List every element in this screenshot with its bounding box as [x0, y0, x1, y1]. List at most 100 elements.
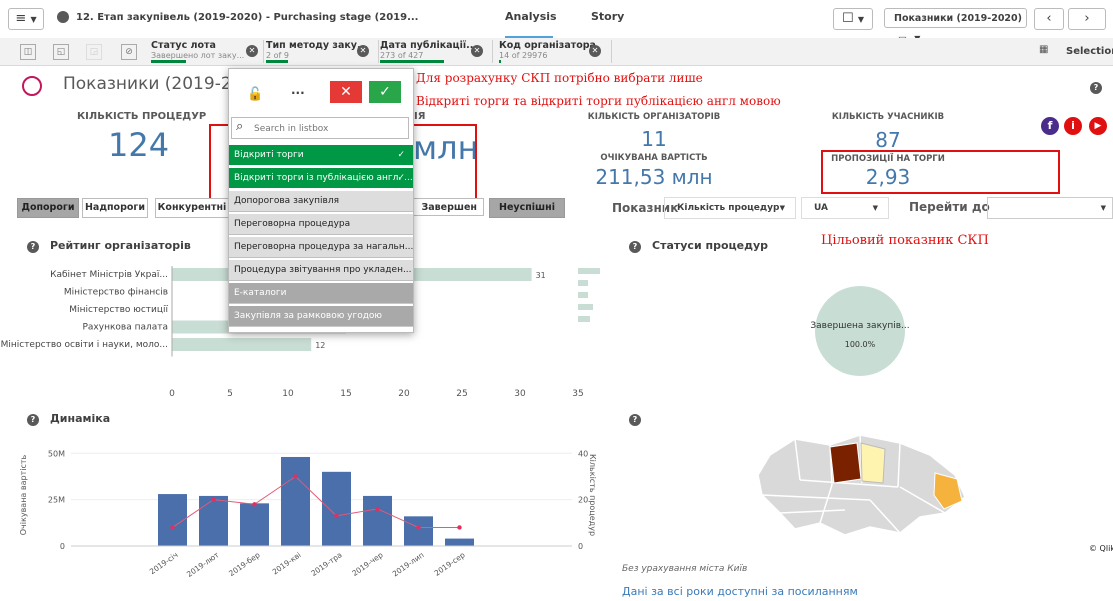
check-icon: ✓ — [397, 173, 405, 183]
listbox-item-label: Відкриті торги із публікацією англ. ... — [234, 173, 413, 183]
listbox-item[interactable]: Процедура звітування про укладен... — [229, 260, 413, 281]
more-options-icon[interactable]: ··· — [291, 86, 305, 100]
dynamics-y2-tick: 20 — [578, 496, 588, 505]
listbox-item[interactable]: Відкриті торги із публікацією англ. ... ✓ — [229, 168, 413, 189]
dynamics-x-tick: 2019-лют — [185, 550, 221, 579]
sheet-selector[interactable]: Показники (2019-2020) ▭ ▼ — [884, 8, 1027, 44]
help-icon[interactable]: ? — [1090, 82, 1102, 94]
help-icon[interactable]: ? — [629, 241, 641, 253]
tab-story[interactable]: Story — [591, 6, 624, 36]
unsuccessful-button[interactable]: Неуспішні — [489, 198, 565, 218]
listbox-item[interactable]: Допорогова закупівля — [229, 191, 413, 212]
dynamics-ylabel: Очікувана вартість — [19, 454, 28, 535]
cancel-selection-button[interactable]: ✕ — [330, 81, 362, 103]
close-icon[interactable]: ✕ — [357, 45, 369, 57]
dynamics-line-point — [416, 525, 421, 530]
completed-button[interactable]: Завершен — [413, 198, 484, 216]
rating-tick-label: 0 — [169, 389, 175, 399]
selections-button[interactable]: Selections — [1066, 46, 1113, 57]
selections-grid-icon[interactable]: ▦ — [1039, 44, 1048, 55]
bookmark-button[interactable]: ☐ ▼ — [833, 8, 873, 30]
confirm-selection-button[interactable]: ✓ — [369, 81, 401, 103]
goto-label: Перейти до — [909, 200, 990, 214]
rating-category-label: Міністерство освіти і науки, моло... — [1, 340, 168, 350]
statuses-title: Статуси процедур — [652, 239, 769, 252]
menu-button[interactable]: ≡ ▼ — [8, 8, 44, 30]
indicator-select-value: Кількість процедур — [677, 203, 780, 213]
close-icon[interactable]: ✕ — [471, 45, 483, 57]
check-icon: ✓ — [397, 150, 405, 160]
youtube-icon[interactable]: ▶ — [1089, 117, 1107, 135]
previous-sheet-button[interactable]: ‹ — [1034, 8, 1064, 30]
all-years-link[interactable]: Дані за всі роки доступні за посиланням — [622, 585, 858, 598]
pie-slice — [815, 286, 905, 376]
listbox-item-label: Переговорна процедура — [234, 219, 351, 229]
search-icon: ⌕ — [236, 119, 244, 134]
rating-minimap-bar — [578, 304, 593, 310]
rating-minimap-bar — [578, 292, 588, 298]
annotation-target: Цільовий показник СКП — [821, 233, 989, 248]
competitive-button[interactable]: Конкурентні — [155, 198, 229, 218]
pie-slice-percent: 100.0% — [845, 340, 876, 349]
goto-select[interactable]: ▼ — [987, 197, 1113, 219]
lock-icon[interactable]: 🔓 — [247, 87, 263, 102]
filter-chip-method[interactable]: Тип методу заку... 2 of 9 ✕ — [260, 40, 379, 63]
listbox-item[interactable]: Переговорна процедура за нагальн... — [229, 237, 413, 258]
dynamics-bar — [322, 471, 351, 546]
listbox-search[interactable]: ⌕ — [231, 117, 409, 139]
filter-chip-status[interactable]: Статус лота Завершено лот заку... ✕ — [145, 40, 264, 63]
listbox-item[interactable]: Е-каталоги — [229, 283, 413, 304]
info-icon[interactable]: i — [1064, 117, 1082, 135]
tab-analysis[interactable]: Analysis — [505, 6, 557, 39]
dopo-button[interactable]: Допороги — [17, 198, 79, 218]
language-select[interactable]: UA ▼ — [801, 197, 889, 219]
rating-minimap-bar — [578, 268, 600, 274]
filter-chip-date[interactable]: Дата публікації... 273 of 427 ✕ — [374, 40, 493, 63]
annotation-text-1: Для розрахунку СКП потрібно вибрати лише — [416, 71, 703, 85]
help-icon[interactable]: ? — [629, 414, 641, 426]
rating-tick-label: 25 — [456, 389, 467, 399]
globe-icon — [57, 11, 69, 23]
listbox-item[interactable]: Відкриті торги ✓ — [229, 145, 413, 166]
step-back-icon[interactable]: ◱ — [53, 44, 69, 60]
dynamics-x-tick: 2019-лип — [391, 550, 426, 578]
rating-tick-label: 10 — [282, 389, 294, 399]
clear-all-icon[interactable]: ⊘ — [121, 44, 137, 60]
chevron-left-icon: ‹ — [1046, 11, 1052, 26]
dynamics-bar — [404, 516, 433, 546]
top-bar: ≡ ▼ 12. Етап закупівель (2019-2020) - Pu… — [0, 0, 1113, 44]
help-icon[interactable]: ? — [27, 414, 39, 426]
dynamics-line-point — [375, 506, 380, 512]
facebook-icon[interactable]: f — [1041, 117, 1059, 135]
kpi-organizers-label: КІЛЬКІСТЬ ОРГАНІЗАТОРІВ — [587, 112, 721, 122]
qlik-credit: © Qlik — [1089, 544, 1113, 553]
listbox-search-input[interactable] — [252, 120, 406, 137]
close-icon[interactable]: ✕ — [589, 45, 601, 57]
listbox-item[interactable]: Переговорна процедура — [229, 214, 413, 235]
listbox-item-label: Відкриті торги — [234, 150, 304, 160]
dynamics-line-point — [293, 474, 298, 479]
listbox-item[interactable]: Закупівля за рамковою угодою — [229, 306, 413, 327]
sheet-selector-label: Показники (2019-2020) — [894, 13, 1022, 24]
listbox-item-label: Закупівля за рамковою угодою — [234, 311, 382, 321]
kpi-expected-value: 211,53 млн — [595, 165, 713, 189]
filter-chip-progress — [499, 60, 501, 63]
dynamics-y2label: Кількість процедур — [588, 454, 597, 536]
filter-chip-progress — [151, 60, 186, 63]
chevron-down-icon: ▼ — [872, 204, 878, 212]
step-forward-icon[interactable]: ◲ — [86, 44, 102, 60]
dynamics-line-point — [211, 497, 216, 502]
nadpo-button[interactable]: Надпороги — [82, 198, 148, 218]
dynamics-bar — [363, 495, 392, 546]
rating-tick-label: 5 — [227, 389, 233, 399]
dynamics-bar — [445, 538, 474, 546]
indicator-select[interactable]: Кількість процедур ▼ — [664, 197, 796, 219]
smart-search-icon[interactable]: ◫ — [20, 44, 36, 60]
dynamics-bar — [240, 503, 269, 546]
listbox-item-label: Допорогова закупівля — [234, 196, 339, 206]
help-icon[interactable]: ? — [27, 241, 39, 253]
close-icon[interactable]: ✕ — [246, 45, 258, 57]
next-sheet-button[interactable]: › — [1068, 8, 1106, 30]
bi-logo-icon — [22, 76, 42, 96]
filter-chip-organizer[interactable]: Код організатора 14 of 29976 ✕ — [493, 40, 612, 63]
